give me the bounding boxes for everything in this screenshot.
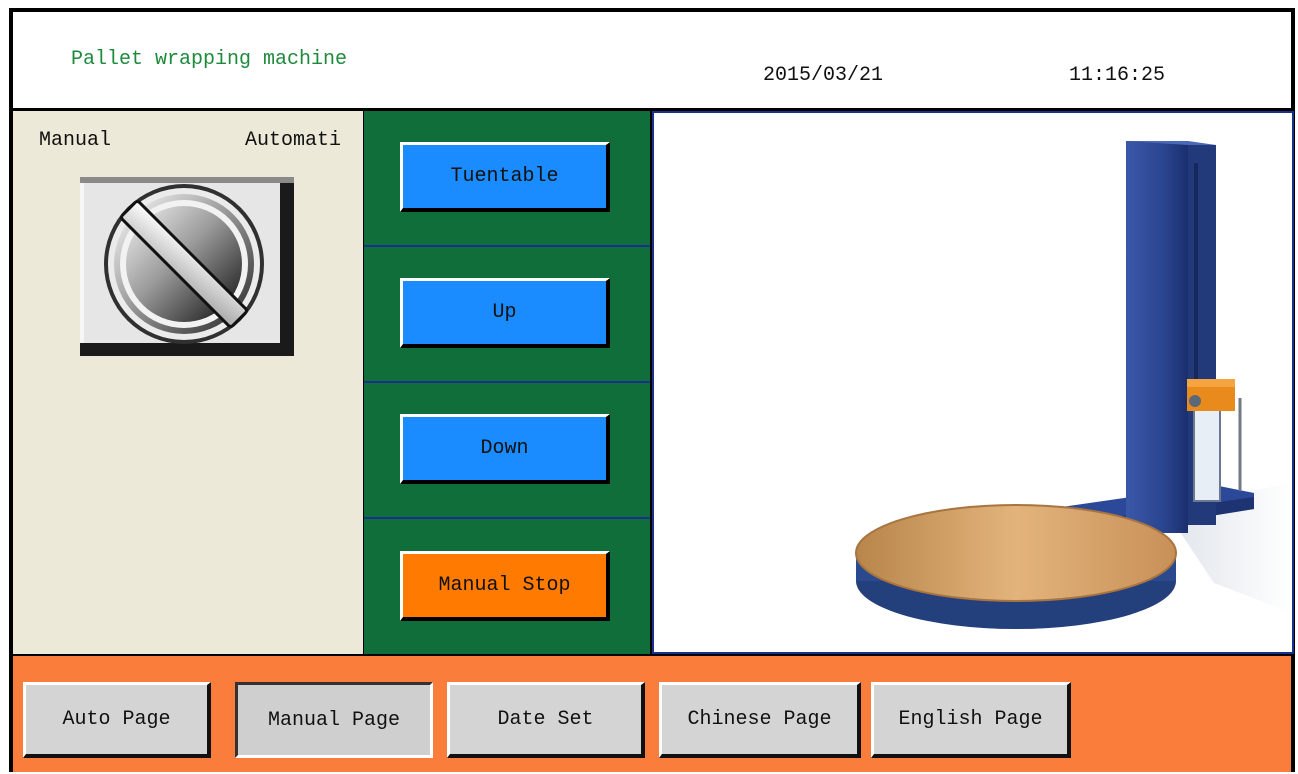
page-title: Pallet wrapping machine: [71, 48, 348, 71]
manual-stop-button[interactable]: Manual Stop: [400, 551, 610, 621]
nav-date-set-button[interactable]: Date Set: [447, 682, 645, 758]
time-display: 11:16:25: [1069, 64, 1166, 87]
divider: [364, 245, 650, 247]
nav-auto-page-button[interactable]: Auto Page: [23, 682, 211, 758]
pallet-wrapping-machine-illustration: [855, 141, 1292, 629]
divider: [364, 381, 650, 383]
up-button[interactable]: Up: [400, 278, 610, 348]
nav-english-page-button[interactable]: English Page: [871, 682, 1071, 758]
header-bar: Pallet wrapping machine 2015/03/21 11:16…: [13, 12, 1291, 108]
rotary-selector-switch-icon[interactable]: [80, 177, 294, 356]
date-display: 2015/03/21: [763, 64, 884, 87]
mode-label-manual: Manual: [39, 129, 112, 152]
turntable-button[interactable]: Tuentable: [400, 142, 610, 212]
navigation-bar: Auto Page Manual Page Date Set Chinese P…: [13, 656, 1291, 772]
nav-manual-page-button[interactable]: Manual Page: [235, 682, 433, 758]
mode-label-automatic: Automati: [245, 129, 342, 152]
machine-image-panel: [652, 111, 1294, 654]
mode-panel: Manual Automati: [13, 111, 363, 654]
divider: [364, 517, 650, 519]
down-button[interactable]: Down: [400, 414, 610, 484]
manual-control-panel: Tuentable Up Down Manual Stop: [364, 111, 650, 654]
nav-chinese-page-button[interactable]: Chinese Page: [659, 682, 861, 758]
